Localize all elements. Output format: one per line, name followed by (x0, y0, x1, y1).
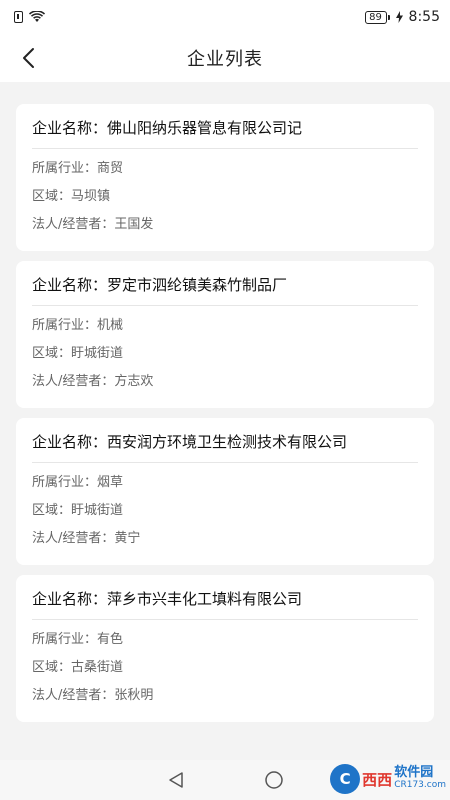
sim-alert-icon (14, 11, 23, 23)
status-time: 8:55 (408, 9, 440, 25)
company-area: 区域：马坝镇 (32, 189, 111, 204)
watermark-main-text: 西西 (362, 770, 393, 789)
company-area: 区域：盱城街道 (32, 503, 124, 518)
company-legal-person: 法人/经营者：张秋明 (32, 688, 154, 703)
wifi-icon (29, 11, 45, 22)
company-area: 区域：古桑街道 (32, 660, 124, 675)
page-title: 企业列表 (187, 49, 263, 70)
company-industry: 所属行业：有色 (32, 632, 124, 647)
status-left (14, 11, 45, 23)
header-bar: 企业列表 (0, 34, 450, 82)
company-industry: 所属行业：烟草 (32, 475, 124, 490)
company-card[interactable]: 企业名称：西安润方环境卫生检测技术有限公司 所属行业：烟草 区域：盱城街道 法人… (16, 418, 434, 565)
company-industry: 所属行业：商贸 (32, 161, 124, 176)
company-card[interactable]: 企业名称：萍乡市兴丰化工填料有限公司 所属行业：有色 区域：古桑街道 法人/经营… (16, 575, 434, 722)
battery-icon: 89 (364, 10, 390, 24)
battery-level: 89 (364, 10, 387, 24)
status-bar: 89 8:55 (0, 0, 450, 34)
company-list: 企业名称：佛山阳纳乐器管息有限公司记 所属行业：商贸 区域：马坝镇 法人/经营者… (16, 104, 434, 722)
circle-home-icon (265, 771, 283, 789)
nav-home-button[interactable] (260, 766, 288, 794)
company-legal-person: 法人/经营者：黄宁 (32, 531, 141, 546)
company-card[interactable]: 企业名称：罗定市泗纶镇美森竹制品厂 所属行业：机械 区域：盱城街道 法人/经营者… (16, 261, 434, 408)
watermark-url: CR173.com (394, 780, 446, 790)
watermark-logo: C 西西 软件园 CR173.com (330, 762, 446, 796)
charging-icon (395, 11, 403, 23)
nav-back-button[interactable] (162, 766, 190, 794)
company-name: 企业名称：佛山阳纳乐器管息有限公司记 (32, 116, 418, 149)
company-industry: 所属行业：机械 (32, 318, 124, 333)
watermark-sub-text: 软件园 (394, 765, 434, 780)
company-name: 企业名称：西安润方环境卫生检测技术有限公司 (32, 430, 418, 463)
company-name: 企业名称：罗定市泗纶镇美森竹制品厂 (32, 273, 418, 306)
status-right: 89 8:55 (364, 9, 440, 25)
triangle-back-icon (169, 772, 183, 788)
company-legal-person: 法人/经营者：方志欢 (32, 374, 154, 389)
company-legal-person: 法人/经营者：王国发 (32, 217, 154, 232)
app-screen: 89 8:55 企业列表 企业名称：佛山阳纳乐器管息有限公司记 所属行业：商贸 … (0, 0, 450, 800)
company-card[interactable]: 企业名称：佛山阳纳乐器管息有限公司记 所属行业：商贸 区域：马坝镇 法人/经营者… (16, 104, 434, 251)
back-button[interactable] (10, 40, 46, 76)
chevron-left-icon (23, 48, 34, 68)
company-name: 企业名称：萍乡市兴丰化工填料有限公司 (32, 587, 418, 620)
watermark-c-icon: C (330, 764, 361, 794)
company-area: 区域：盱城街道 (32, 346, 124, 361)
